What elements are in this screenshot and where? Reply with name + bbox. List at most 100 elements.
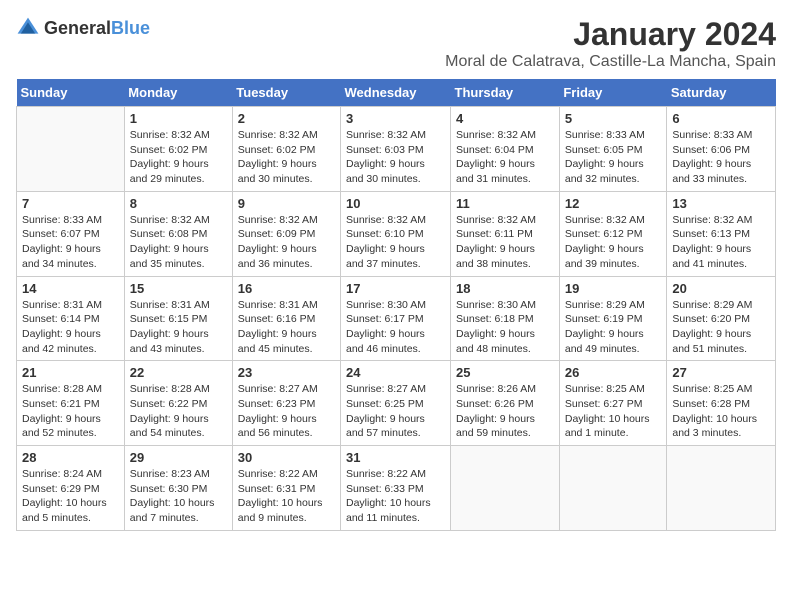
table-row bbox=[17, 107, 125, 192]
day-info: Sunrise: 8:31 AM Sunset: 6:16 PM Dayligh… bbox=[238, 298, 335, 357]
table-row: 28 Sunrise: 8:24 AM Sunset: 6:29 PM Dayli… bbox=[17, 446, 125, 531]
table-row: 20 Sunrise: 8:29 AM Sunset: 6:20 PM Dayli… bbox=[667, 276, 776, 361]
day-number: 20 bbox=[672, 281, 770, 296]
day-info: Sunrise: 8:32 AM Sunset: 6:13 PM Dayligh… bbox=[672, 213, 770, 272]
calendar-row: 14 Sunrise: 8:31 AM Sunset: 6:14 PM Dayli… bbox=[17, 276, 776, 361]
table-row: 27 Sunrise: 8:25 AM Sunset: 6:28 PM Dayli… bbox=[667, 361, 776, 446]
day-number: 4 bbox=[456, 111, 554, 126]
day-number: 28 bbox=[22, 450, 119, 465]
table-row: 9 Sunrise: 8:32 AM Sunset: 6:09 PM Daylig… bbox=[232, 191, 340, 276]
day-info: Sunrise: 8:31 AM Sunset: 6:14 PM Dayligh… bbox=[22, 298, 119, 357]
table-row: 10 Sunrise: 8:32 AM Sunset: 6:10 PM Dayli… bbox=[341, 191, 451, 276]
day-info: Sunrise: 8:27 AM Sunset: 6:23 PM Dayligh… bbox=[238, 382, 335, 441]
table-row: 22 Sunrise: 8:28 AM Sunset: 6:22 PM Dayli… bbox=[124, 361, 232, 446]
col-saturday: Saturday bbox=[667, 79, 776, 107]
col-monday: Monday bbox=[124, 79, 232, 107]
col-thursday: Thursday bbox=[451, 79, 560, 107]
day-info: Sunrise: 8:26 AM Sunset: 6:26 PM Dayligh… bbox=[456, 382, 554, 441]
day-number: 17 bbox=[346, 281, 445, 296]
day-number: 8 bbox=[130, 196, 227, 211]
title-block: January 2024 Moral de Calatrava, Castill… bbox=[445, 16, 776, 71]
day-info: Sunrise: 8:32 AM Sunset: 6:10 PM Dayligh… bbox=[346, 213, 445, 272]
day-info: Sunrise: 8:24 AM Sunset: 6:29 PM Dayligh… bbox=[22, 467, 119, 526]
table-row: 16 Sunrise: 8:31 AM Sunset: 6:16 PM Dayli… bbox=[232, 276, 340, 361]
table-row bbox=[559, 446, 667, 531]
day-info: Sunrise: 8:32 AM Sunset: 6:04 PM Dayligh… bbox=[456, 128, 554, 187]
day-number: 9 bbox=[238, 196, 335, 211]
day-number: 12 bbox=[565, 196, 662, 211]
logo-general: General bbox=[44, 18, 111, 38]
day-number: 15 bbox=[130, 281, 227, 296]
table-row: 26 Sunrise: 8:25 AM Sunset: 6:27 PM Dayli… bbox=[559, 361, 667, 446]
col-wednesday: Wednesday bbox=[341, 79, 451, 107]
day-info: Sunrise: 8:28 AM Sunset: 6:21 PM Dayligh… bbox=[22, 382, 119, 441]
table-row: 21 Sunrise: 8:28 AM Sunset: 6:21 PM Dayli… bbox=[17, 361, 125, 446]
table-row bbox=[451, 446, 560, 531]
table-row: 1Sunrise: 8:32 AM Sunset: 6:02 PM Daylig… bbox=[124, 107, 232, 192]
day-info: Sunrise: 8:32 AM Sunset: 6:11 PM Dayligh… bbox=[456, 213, 554, 272]
day-info: Sunrise: 8:31 AM Sunset: 6:15 PM Dayligh… bbox=[130, 298, 227, 357]
table-row: 4 Sunrise: 8:32 AM Sunset: 6:04 PM Daylig… bbox=[451, 107, 560, 192]
day-info: Sunrise: 8:32 AM Sunset: 6:09 PM Dayligh… bbox=[238, 213, 335, 272]
day-number: 11 bbox=[456, 196, 554, 211]
table-row: 25 Sunrise: 8:26 AM Sunset: 6:26 PM Dayli… bbox=[451, 361, 560, 446]
day-info: Sunrise: 8:33 AM Sunset: 6:06 PM Dayligh… bbox=[672, 128, 770, 187]
day-info: Sunrise: 8:30 AM Sunset: 6:17 PM Dayligh… bbox=[346, 298, 445, 357]
table-row: 5Sunrise: 8:33 AM Sunset: 6:05 PM Daylig… bbox=[559, 107, 667, 192]
calendar-table: Sunday Monday Tuesday Wednesday Thursday… bbox=[16, 79, 776, 531]
table-row: 3Sunrise: 8:32 AM Sunset: 6:03 PM Daylig… bbox=[341, 107, 451, 192]
day-number: 27 bbox=[672, 365, 770, 380]
day-number: 18 bbox=[456, 281, 554, 296]
day-number: 19 bbox=[565, 281, 662, 296]
day-info: Sunrise: 8:32 AM Sunset: 6:12 PM Dayligh… bbox=[565, 213, 662, 272]
calendar-row: 21 Sunrise: 8:28 AM Sunset: 6:21 PM Dayli… bbox=[17, 361, 776, 446]
table-row: 2Sunrise: 8:32 AM Sunset: 6:02 PM Daylig… bbox=[232, 107, 340, 192]
table-row: 17 Sunrise: 8:30 AM Sunset: 6:17 PM Dayli… bbox=[341, 276, 451, 361]
table-row: 14 Sunrise: 8:31 AM Sunset: 6:14 PM Dayli… bbox=[17, 276, 125, 361]
table-row: 12 Sunrise: 8:32 AM Sunset: 6:12 PM Dayli… bbox=[559, 191, 667, 276]
day-number: 30 bbox=[238, 450, 335, 465]
col-tuesday: Tuesday bbox=[232, 79, 340, 107]
day-number: 14 bbox=[22, 281, 119, 296]
day-info: Sunrise: 8:32 AM Sunset: 6:02 PM Dayligh… bbox=[130, 128, 227, 187]
table-row: 24 Sunrise: 8:27 AM Sunset: 6:25 PM Dayli… bbox=[341, 361, 451, 446]
day-number: 6 bbox=[672, 111, 770, 126]
day-number: 16 bbox=[238, 281, 335, 296]
logo-icon bbox=[16, 16, 40, 40]
day-info: Sunrise: 8:29 AM Sunset: 6:20 PM Dayligh… bbox=[672, 298, 770, 357]
table-row: 31Sunrise: 8:22 AM Sunset: 6:33 PM Dayli… bbox=[341, 446, 451, 531]
day-info: Sunrise: 8:27 AM Sunset: 6:25 PM Dayligh… bbox=[346, 382, 445, 441]
day-number: 21 bbox=[22, 365, 119, 380]
table-row: 6 Sunrise: 8:33 AM Sunset: 6:06 PM Daylig… bbox=[667, 107, 776, 192]
logo-blue: Blue bbox=[111, 18, 150, 38]
calendar-row: 28 Sunrise: 8:24 AM Sunset: 6:29 PM Dayli… bbox=[17, 446, 776, 531]
calendar-row: 7Sunrise: 8:33 AM Sunset: 6:07 PM Daylig… bbox=[17, 191, 776, 276]
day-number: 26 bbox=[565, 365, 662, 380]
day-number: 24 bbox=[346, 365, 445, 380]
table-row: 19Sunrise: 8:29 AM Sunset: 6:19 PM Dayli… bbox=[559, 276, 667, 361]
day-info: Sunrise: 8:28 AM Sunset: 6:22 PM Dayligh… bbox=[130, 382, 227, 441]
day-number: 23 bbox=[238, 365, 335, 380]
logo: GeneralBlue bbox=[16, 16, 150, 40]
day-info: Sunrise: 8:22 AM Sunset: 6:33 PM Dayligh… bbox=[346, 467, 445, 526]
day-number: 7 bbox=[22, 196, 119, 211]
col-sunday: Sunday bbox=[17, 79, 125, 107]
day-info: Sunrise: 8:23 AM Sunset: 6:30 PM Dayligh… bbox=[130, 467, 227, 526]
table-row: 7Sunrise: 8:33 AM Sunset: 6:07 PM Daylig… bbox=[17, 191, 125, 276]
day-number: 2 bbox=[238, 111, 335, 126]
subtitle: Moral de Calatrava, Castille-La Mancha, … bbox=[445, 53, 776, 71]
day-info: Sunrise: 8:33 AM Sunset: 6:05 PM Dayligh… bbox=[565, 128, 662, 187]
day-info: Sunrise: 8:22 AM Sunset: 6:31 PM Dayligh… bbox=[238, 467, 335, 526]
day-number: 25 bbox=[456, 365, 554, 380]
day-info: Sunrise: 8:32 AM Sunset: 6:03 PM Dayligh… bbox=[346, 128, 445, 187]
day-info: Sunrise: 8:30 AM Sunset: 6:18 PM Dayligh… bbox=[456, 298, 554, 357]
day-info: Sunrise: 8:25 AM Sunset: 6:27 PM Dayligh… bbox=[565, 382, 662, 441]
day-number: 10 bbox=[346, 196, 445, 211]
col-friday: Friday bbox=[559, 79, 667, 107]
table-row: 15 Sunrise: 8:31 AM Sunset: 6:15 PM Dayli… bbox=[124, 276, 232, 361]
calendar-header-row: Sunday Monday Tuesday Wednesday Thursday… bbox=[17, 79, 776, 107]
day-number: 22 bbox=[130, 365, 227, 380]
calendar-row: 1Sunrise: 8:32 AM Sunset: 6:02 PM Daylig… bbox=[17, 107, 776, 192]
table-row: 29Sunrise: 8:23 AM Sunset: 6:30 PM Dayli… bbox=[124, 446, 232, 531]
day-info: Sunrise: 8:25 AM Sunset: 6:28 PM Dayligh… bbox=[672, 382, 770, 441]
